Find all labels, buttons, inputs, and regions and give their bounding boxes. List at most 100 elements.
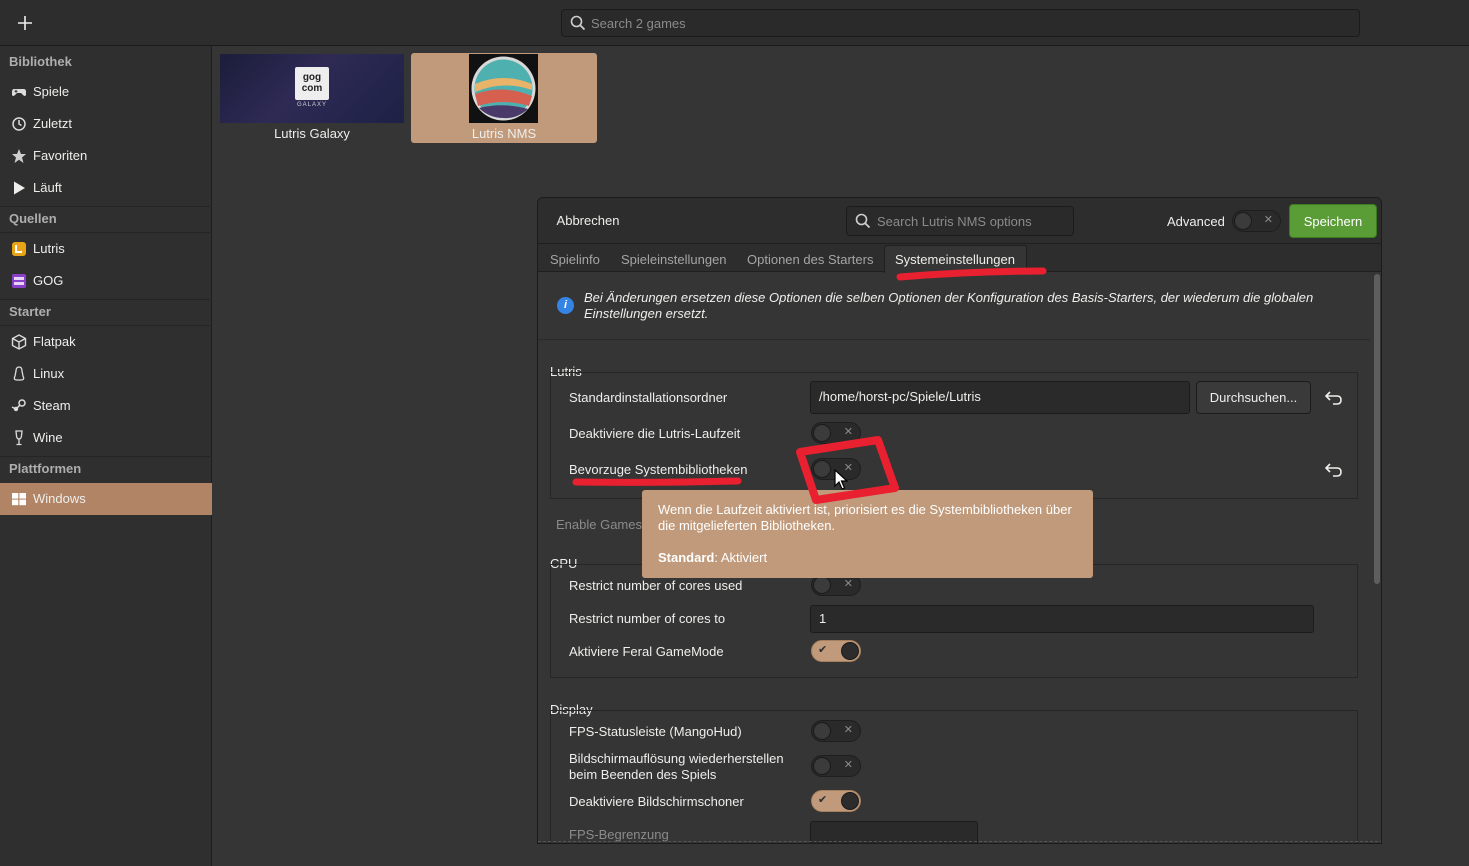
game-search-input[interactable]: Search 2 games xyxy=(561,9,1360,37)
reset-icon[interactable] xyxy=(1324,390,1344,406)
enable-games-label: Enable Games xyxy=(556,517,642,532)
save-button[interactable]: Speichern xyxy=(1289,204,1377,238)
dialog-bottom-edge xyxy=(538,841,1381,843)
tab-system-options[interactable]: Systemeinstellungen xyxy=(895,252,1015,267)
cores-count-field[interactable]: 1 xyxy=(810,605,1314,633)
disable-screensaver-toggle[interactable]: ✔ xyxy=(811,790,861,812)
sidebar-header-platforms: Plattformen xyxy=(9,461,82,476)
restrict-cores-label: Restrict number of cores used xyxy=(569,578,743,593)
sidebar-item-label: Zuletzt xyxy=(33,116,73,131)
lutris-icon xyxy=(12,242,26,256)
gamemode-label: Aktiviere Feral GameMode xyxy=(569,644,724,659)
disable-screensaver-label: Deaktiviere Bildschirmschoner xyxy=(569,794,744,809)
nms-cover-art xyxy=(471,56,536,121)
sidebar-item-label: Wine xyxy=(33,430,63,445)
game-title: Lutris Galaxy xyxy=(274,126,350,141)
sidebar-separator xyxy=(0,299,212,300)
steam-icon xyxy=(11,399,26,412)
wine-icon xyxy=(15,430,23,446)
info-text: Bei Änderungen ersetzen diese Optionen d… xyxy=(584,290,1314,321)
sidebar-item-lutris[interactable]: Lutris xyxy=(0,233,212,265)
sidebar-separator xyxy=(0,206,212,207)
tooltip: Wenn die Laufzeit aktiviert ist, prioris… xyxy=(642,490,1093,578)
tooltip-description: Wenn die Laufzeit aktiviert ist, prioris… xyxy=(658,502,1072,533)
clock-icon xyxy=(12,117,26,131)
sidebar-header-sources: Quellen xyxy=(9,211,57,226)
sidebar-item-recent[interactable]: Zuletzt xyxy=(0,108,212,140)
sidebar-item-label: GOG xyxy=(33,273,64,288)
restore-resolution-label: Bildschirmauflösung wiederherstellen bei… xyxy=(569,751,784,782)
dialog-header: Abbrechen Search Lutris NMS options Adva… xyxy=(538,198,1381,244)
prefer-syslibs-label: Bevorzuge Systembibliotheken xyxy=(569,462,748,477)
prefer-syslibs-toggle[interactable]: ✕ xyxy=(811,458,861,480)
sidebar-item-label: Spiele xyxy=(33,84,70,99)
sidebar-item-gog[interactable]: GOG xyxy=(0,265,212,297)
game-title: Lutris NMS xyxy=(471,126,537,141)
mangohud-toggle[interactable]: ✕ xyxy=(811,720,861,742)
game-banner: gog com GALAXY xyxy=(220,54,404,123)
sidebar-item-flatpak[interactable]: Flatpak xyxy=(0,326,212,358)
game-tile-selected[interactable]: Lutris NMS xyxy=(411,53,597,143)
disable-runtime-toggle[interactable]: ✕ xyxy=(811,422,861,444)
sidebar-item-games[interactable]: Spiele xyxy=(0,76,212,108)
sidebar-separator xyxy=(0,456,212,457)
header-bar: Search 2 games xyxy=(0,0,1469,46)
star-icon xyxy=(12,149,26,163)
off-icon: ✕ xyxy=(843,578,853,590)
windows-icon xyxy=(12,493,26,506)
cancel-button[interactable]: Abbrechen xyxy=(545,204,631,238)
sidebar: Bibliothek Spiele Zuletzt Favoriten Läuf… xyxy=(0,46,212,866)
advanced-label: Advanced xyxy=(1167,214,1225,229)
off-icon: ✕ xyxy=(1263,214,1273,226)
tab-runner-options[interactable]: Optionen des Starters xyxy=(747,252,873,267)
restore-resolution-toggle[interactable]: ✕ xyxy=(811,755,861,777)
sidebar-item-steam[interactable]: Steam xyxy=(0,390,212,422)
check-icon: ✔ xyxy=(818,644,828,656)
sidebar-header-library: Bibliothek xyxy=(9,54,72,69)
search-placeholder: Search 2 games xyxy=(591,16,686,31)
gog-galaxy-wordmark: GALAXY xyxy=(296,102,327,108)
info-icon: i xyxy=(557,297,574,314)
browse-button[interactable]: Durchsuchen... xyxy=(1196,381,1311,414)
sidebar-item-linux[interactable]: Linux xyxy=(0,358,212,390)
install-dir-field[interactable]: /home/horst-pc/Spiele/Lutris xyxy=(810,381,1190,414)
off-icon: ✕ xyxy=(843,426,853,438)
linux-icon xyxy=(13,366,25,381)
tooltip-default: Standard: Aktiviert xyxy=(658,550,768,565)
sidebar-item-label: Windows xyxy=(33,491,86,506)
tab-game-options[interactable]: Spieleinstellungen xyxy=(621,252,727,267)
sidebar-item-wine[interactable]: Wine xyxy=(0,422,212,454)
game-tile[interactable]: gog com GALAXY Lutris Galaxy xyxy=(219,54,405,144)
gamemode-toggle[interactable]: ✔ xyxy=(811,640,861,662)
reset-icon[interactable] xyxy=(1324,462,1344,478)
game-cover xyxy=(469,54,538,123)
install-dir-label: Standardinstallationsordner xyxy=(569,390,728,405)
plus-icon xyxy=(18,16,32,30)
sidebar-header-runners: Starter xyxy=(9,304,51,319)
play-icon xyxy=(14,181,25,195)
sidebar-item-label: Favoriten xyxy=(33,148,88,163)
off-icon: ✕ xyxy=(843,462,853,474)
search-placeholder: Search Lutris NMS options xyxy=(877,214,1032,229)
search-icon xyxy=(570,15,586,31)
sidebar-item-label: Steam xyxy=(33,398,71,413)
sidebar-item-windows[interactable]: Windows xyxy=(0,483,212,515)
sidebar-item-favorites[interactable]: Favoriten xyxy=(0,140,212,172)
check-icon: ✔ xyxy=(818,794,828,806)
mangohud-label: FPS-Statusleiste (MangoHud) xyxy=(569,724,742,739)
restrict-cores-to-label: Restrict number of cores to xyxy=(569,611,726,626)
sidebar-item-label: Läuft xyxy=(33,180,62,195)
gamepad-icon xyxy=(12,89,26,96)
tab-game-info[interactable]: Spielinfo xyxy=(550,252,600,267)
scrollbar-thumb[interactable] xyxy=(1374,274,1380,584)
gog-logo: gog com xyxy=(295,67,329,100)
sidebar-item-running[interactable]: Läuft xyxy=(0,172,212,204)
gog-icon xyxy=(12,274,26,288)
options-search-input[interactable]: Search Lutris NMS options xyxy=(846,206,1074,236)
sidebar-item-label: Linux xyxy=(33,366,65,381)
disable-runtime-label: Deaktiviere die Lutris-Laufzeit xyxy=(569,426,741,441)
tab-bar: Spielinfo Spieleinstellungen Optionen de… xyxy=(538,244,1381,273)
advanced-toggle[interactable]: ✕ xyxy=(1232,210,1281,232)
add-game-button[interactable] xyxy=(10,8,40,38)
info-banner: i Bei Änderungen ersetzen diese Optionen… xyxy=(538,272,1370,340)
